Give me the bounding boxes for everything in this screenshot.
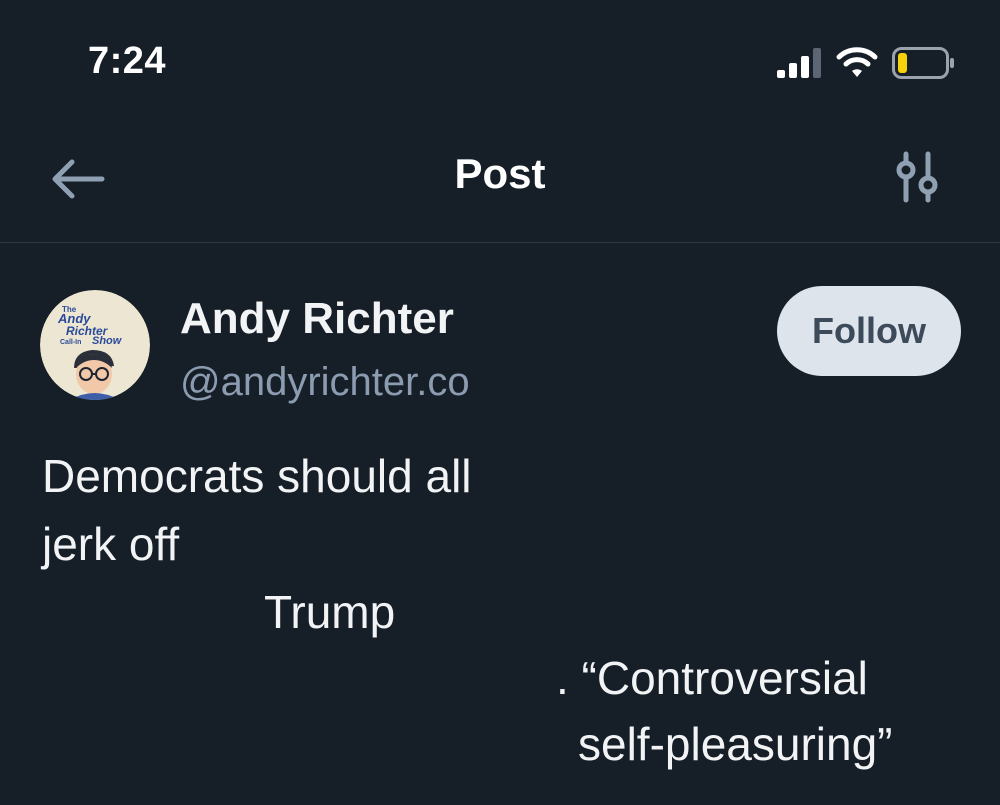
avatar-logo-text: Call-In: [60, 339, 81, 346]
cellular-signal-icon: [777, 48, 821, 78]
wifi-icon: [836, 47, 878, 77]
post-text-line: . “Controversial: [556, 652, 868, 704]
page-title: Post: [454, 150, 546, 197]
nav-bar: Post: [0, 120, 1000, 243]
sliders-icon[interactable]: [888, 150, 948, 206]
post-text-line: self-pleasuring”: [578, 718, 893, 770]
avatar[interactable]: The Andy Richter Call-In Show: [40, 290, 150, 400]
author-handle[interactable]: @andyrichter.co: [180, 360, 470, 405]
avatar-logo-text: Show: [92, 335, 123, 347]
status-bar: 7:24: [0, 0, 1000, 120]
battery-low-icon: [892, 47, 954, 79]
status-time: 7:24: [88, 40, 167, 82]
author-name[interactable]: Andy Richter: [180, 294, 454, 344]
post-text-line: jerk off: [42, 518, 180, 570]
follow-button[interactable]: Follow: [777, 286, 961, 376]
post-author: The Andy Richter Call-In Show Andy Richt…: [0, 244, 1000, 424]
post-text-line: Democrats should all: [42, 450, 472, 502]
post-text-line: Trump: [264, 586, 396, 638]
